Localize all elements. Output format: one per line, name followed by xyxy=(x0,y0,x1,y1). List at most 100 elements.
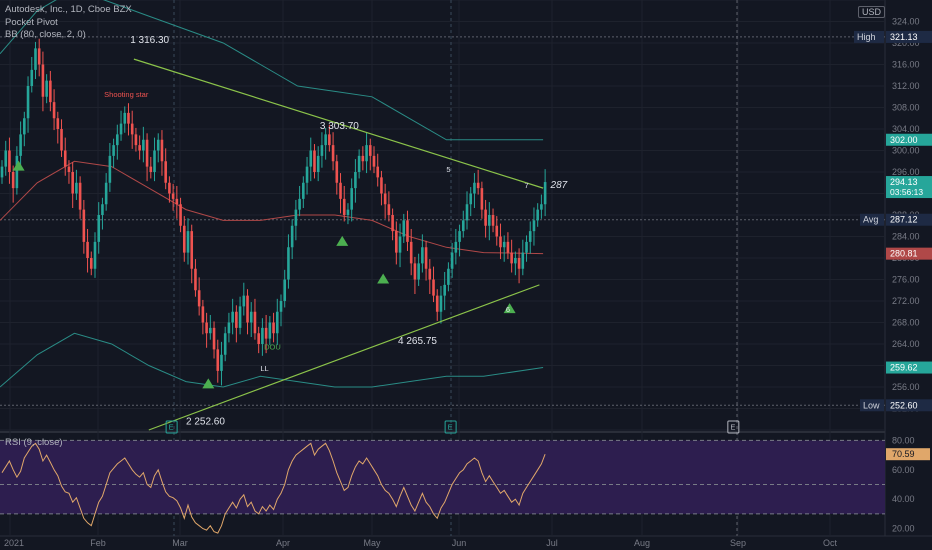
candle-body xyxy=(398,236,402,253)
candle-body xyxy=(145,139,149,167)
candle-body xyxy=(19,134,22,156)
candle-body xyxy=(209,327,212,334)
candle-body xyxy=(49,80,52,103)
candle-body xyxy=(268,322,272,339)
candle-body xyxy=(510,252,513,264)
candle-body xyxy=(179,204,182,226)
candle-body xyxy=(171,193,175,199)
chart-annotation: 3 303.70 xyxy=(320,121,359,132)
candle-body xyxy=(168,182,171,194)
candle-body xyxy=(402,220,406,237)
candle-body xyxy=(116,134,119,146)
candle-body xyxy=(253,311,257,334)
candle-body xyxy=(201,306,205,323)
candle-body xyxy=(86,241,89,258)
candle-body xyxy=(465,204,469,221)
candle-body xyxy=(290,225,294,248)
candle-body xyxy=(331,145,335,162)
candle-body xyxy=(52,102,56,119)
candle-body xyxy=(387,204,391,215)
candle-body xyxy=(320,145,324,156)
candle-body xyxy=(409,241,413,264)
candle-body xyxy=(34,48,37,70)
price-tick-label: 324.00 xyxy=(892,17,920,27)
currency-badge[interactable]: USD xyxy=(858,6,886,18)
candle-body xyxy=(153,150,156,172)
candle-body xyxy=(182,225,186,253)
time-tick-label: Apr xyxy=(276,538,290,548)
chart-annotation: LL xyxy=(260,364,268,373)
candle-body xyxy=(417,263,420,280)
candle-body xyxy=(23,118,26,135)
candle-body xyxy=(536,209,539,221)
candle-body xyxy=(432,279,435,296)
candle-body xyxy=(439,295,443,312)
price-label-value: 280.81 xyxy=(890,249,918,259)
time-tick-label: Jun xyxy=(452,538,467,548)
indicator-pocket-pivot[interactable]: Pocket Pivot xyxy=(5,17,58,28)
candle-body xyxy=(450,252,454,269)
candle-body xyxy=(216,349,220,371)
price-label-tag-text: Avg xyxy=(863,215,878,225)
candle-body xyxy=(242,295,246,307)
price-chart[interactable]: 1 316.30 Shooting star 3 303.70 4 265.75 2 2… xyxy=(0,0,932,550)
candle-body xyxy=(205,322,208,334)
candle-body xyxy=(63,150,67,167)
price-label-value: 321.13 xyxy=(890,32,918,42)
candle-body xyxy=(238,306,242,328)
candle-body xyxy=(525,241,528,253)
candle-body xyxy=(543,182,547,205)
candle-body xyxy=(138,145,141,151)
candle-body xyxy=(223,333,227,355)
price-label-tag-text: High xyxy=(857,32,876,42)
time-tick-label: May xyxy=(363,538,381,548)
candle-body xyxy=(164,161,167,183)
candle-body xyxy=(97,215,101,242)
candle-body xyxy=(406,220,409,242)
indicator-bollinger[interactable]: BB (80, close, 2, 0) xyxy=(5,29,86,40)
candle-body xyxy=(383,193,387,205)
price-tick-label: 256.00 xyxy=(892,382,920,392)
rsi-axis[interactable]: 20.00 40.00 60.00 80.00 70.59 xyxy=(886,435,930,534)
candle-body xyxy=(108,155,112,183)
candle-body xyxy=(26,86,30,119)
candle-body xyxy=(78,182,82,210)
time-tick-label: Mar xyxy=(172,538,188,548)
candle-body xyxy=(71,172,74,194)
candle-body xyxy=(309,150,313,167)
candle-body xyxy=(67,166,71,172)
candle-body xyxy=(454,241,458,253)
candle-body xyxy=(101,204,104,215)
candle-body xyxy=(104,182,108,205)
candle-body xyxy=(142,139,145,151)
chart-annotation: 1 316.30 xyxy=(130,35,169,46)
time-axis[interactable]: 2021 Feb Mar Apr May Jun Jul Aug Sep Oct xyxy=(4,538,837,548)
candle-body xyxy=(488,215,491,226)
candle-body xyxy=(37,48,41,65)
chart-annotation: 6 xyxy=(506,305,510,314)
candle-body xyxy=(89,258,93,269)
candle-body xyxy=(376,166,380,178)
price-tick-label: 304.00 xyxy=(892,124,920,134)
candle-body xyxy=(540,204,543,210)
candle-body xyxy=(15,155,19,189)
chart-annotation: 4 265.75 xyxy=(398,336,437,347)
indicator-rsi[interactable]: RSI (9, close) xyxy=(5,437,63,448)
rsi-tick-label: 20.00 xyxy=(892,524,915,534)
chart-annotation: E xyxy=(169,423,174,432)
time-tick-label: Jul xyxy=(546,538,558,548)
candle-body xyxy=(313,150,316,172)
candle-body xyxy=(160,139,164,162)
chart-annotation: E xyxy=(448,423,453,432)
candle-body xyxy=(60,129,63,151)
candle-body xyxy=(112,145,115,156)
price-tick-label: 312.00 xyxy=(892,81,920,91)
chart-annotation: 2 252.60 xyxy=(186,417,225,428)
candle-body xyxy=(484,209,487,226)
candle-body xyxy=(435,295,439,312)
candle-body xyxy=(212,327,216,350)
price-label-value: 259.62 xyxy=(890,363,918,373)
candle-body xyxy=(41,64,45,97)
candle-body xyxy=(134,134,138,146)
candle-body xyxy=(287,247,290,280)
